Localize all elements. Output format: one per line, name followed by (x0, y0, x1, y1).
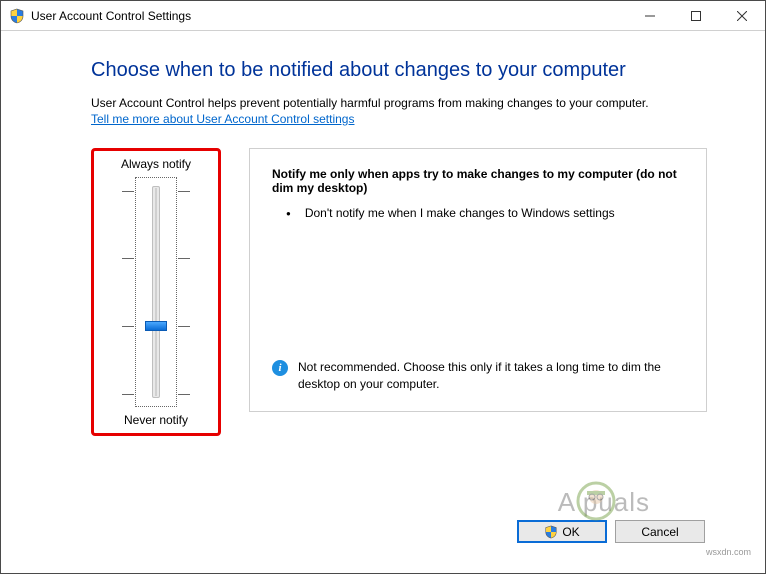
slider-track-container (135, 177, 177, 407)
ok-button-label: OK (562, 525, 579, 539)
slider-tick (178, 258, 190, 259)
description-panel: Notify me only when apps try to make cha… (249, 148, 707, 412)
minimize-icon (645, 11, 655, 21)
notification-slider-group: Always notify Never notify (91, 148, 221, 436)
source-watermark: wsxdn.com (706, 547, 751, 557)
dialog-buttons: OK Cancel (517, 520, 705, 543)
bullet-icon: ● (286, 205, 291, 223)
info-icon: i (272, 360, 288, 376)
slider-top-label: Always notify (121, 157, 191, 171)
slider-tick (178, 326, 190, 327)
uac-shield-icon (9, 8, 25, 24)
slider-tick (122, 326, 134, 327)
panel-note: i Not recommended. Choose this only if i… (272, 359, 684, 393)
page-subtext: User Account Control helps prevent poten… (91, 96, 695, 110)
uac-shield-icon (544, 525, 558, 539)
panel-note-text: Not recommended. Choose this only if it … (298, 359, 684, 393)
cancel-button-label: Cancel (641, 525, 678, 539)
close-icon (737, 11, 747, 21)
panel-bullet: ● Don't notify me when I make changes to… (286, 205, 684, 223)
window-controls (627, 1, 765, 30)
titlebar: User Account Control Settings (1, 1, 765, 31)
page-heading: Choose when to be notified about changes… (91, 59, 695, 82)
close-button[interactable] (719, 1, 765, 30)
help-link[interactable]: Tell me more about User Account Control … (91, 112, 354, 126)
slider-tick (178, 191, 190, 192)
ok-button[interactable]: OK (517, 520, 607, 543)
slider-tick (122, 394, 134, 395)
window-frame: User Account Control Settings Choose whe… (0, 0, 766, 574)
slider-tick (122, 258, 134, 259)
slider-bottom-label: Never notify (124, 413, 188, 427)
slider-tick (122, 191, 134, 192)
window-title: User Account Control Settings (31, 9, 191, 23)
panel-title: Notify me only when apps try to make cha… (272, 167, 684, 195)
main-row: Always notify Never notify (91, 148, 707, 436)
cancel-button[interactable]: Cancel (615, 520, 705, 543)
minimize-button[interactable] (627, 1, 673, 30)
slider-thumb[interactable] (145, 321, 167, 331)
panel-bullet-text: Don't notify me when I make changes to W… (305, 205, 615, 223)
maximize-button[interactable] (673, 1, 719, 30)
slider-tick (178, 394, 190, 395)
maximize-icon (691, 11, 701, 21)
content-area: Choose when to be notified about changes… (1, 31, 765, 573)
slider-track[interactable] (152, 186, 160, 398)
